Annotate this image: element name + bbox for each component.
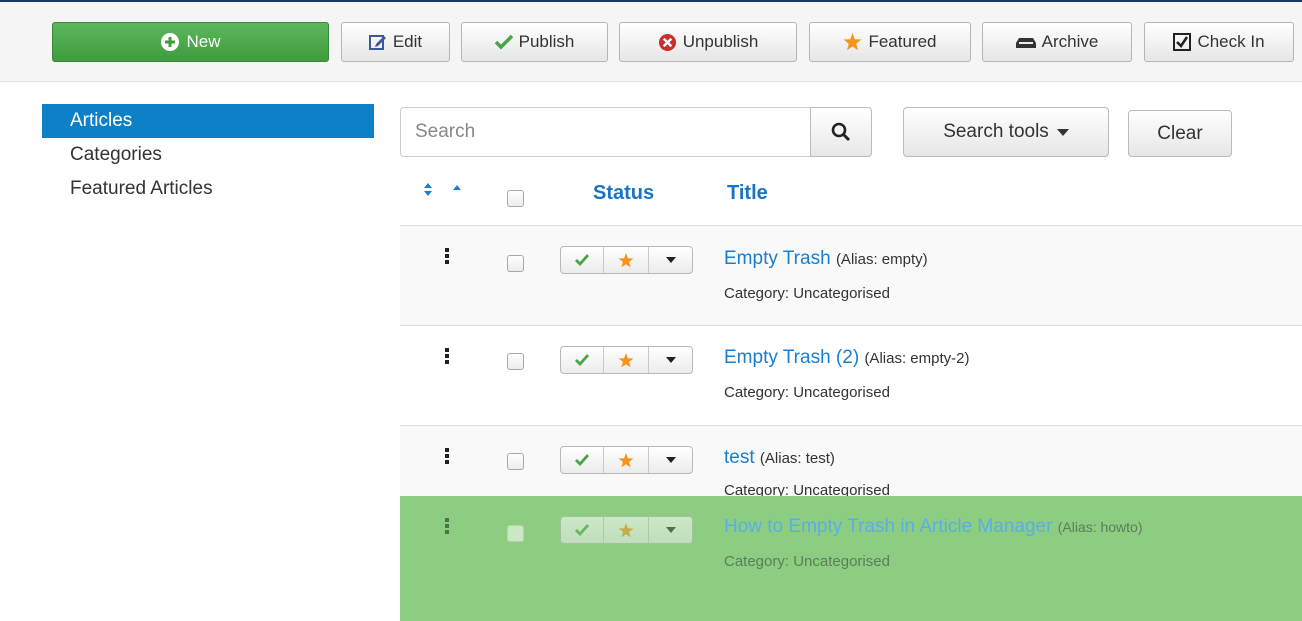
article-title-link[interactable]: Empty Trash (2) — [724, 347, 859, 368]
table-row: Empty Trash (Alias: empty) Category: Unc… — [400, 226, 1302, 326]
row-checkbox[interactable] — [507, 255, 524, 272]
status-dropdown[interactable] — [649, 347, 692, 373]
search-tools-label: Search tools — [943, 121, 1049, 142]
sidebar-item-featured-articles[interactable]: Featured Articles — [42, 172, 374, 206]
status-button-group — [560, 346, 693, 374]
checkbox-icon — [1173, 33, 1192, 51]
table-header: Status Title — [400, 168, 1302, 226]
caret-down-icon — [1056, 128, 1069, 136]
drag-handle-icon[interactable] — [445, 518, 449, 536]
drag-handle-icon[interactable] — [445, 348, 449, 366]
edit-button[interactable]: Edit — [341, 22, 450, 62]
check-in-button[interactable]: Check In — [1144, 22, 1294, 62]
featured-toggle[interactable] — [604, 447, 649, 473]
status-dropdown[interactable] — [649, 247, 692, 273]
featured-toggle[interactable] — [604, 347, 649, 373]
plus-circle-icon — [160, 32, 180, 52]
featured-toggle[interactable] — [604, 517, 649, 543]
article-title-line: Empty Trash (2) (Alias: empty-2) — [724, 347, 969, 369]
article-title-line: test (Alias: test) — [724, 447, 835, 469]
sidebar: Articles Categories Featured Articles — [42, 104, 374, 206]
dragging-table-row[interactable]: How to Empty Trash in Article Manager (A… — [400, 496, 1302, 621]
drag-handle-icon[interactable] — [445, 448, 449, 466]
select-all-checkbox[interactable] — [507, 190, 524, 207]
drag-handle-icon[interactable] — [445, 248, 449, 266]
unpublish-label: Unpublish — [682, 32, 759, 51]
new-label: New — [186, 32, 221, 51]
publish-label: Publish — [518, 32, 575, 51]
article-alias: (Alias: test) — [759, 450, 835, 467]
article-category: Category: Uncategorised — [724, 384, 890, 401]
status-button-group — [560, 246, 693, 274]
archive-icon — [1015, 35, 1036, 49]
search-button[interactable] — [810, 107, 872, 157]
article-category: Category: Uncategorised — [724, 553, 890, 570]
article-title-link[interactable]: test — [724, 447, 755, 468]
edit-label: Edit — [392, 32, 423, 51]
published-toggle[interactable] — [561, 517, 604, 543]
star-icon — [843, 33, 862, 51]
archive-button[interactable]: Archive — [982, 22, 1132, 62]
status-button-group — [560, 446, 693, 474]
unpublish-button[interactable]: Unpublish — [619, 22, 797, 62]
clear-button[interactable]: Clear — [1128, 110, 1232, 157]
publish-button[interactable]: Publish — [461, 22, 608, 62]
table-row: Empty Trash (2) (Alias: empty-2) Categor… — [400, 326, 1302, 426]
search-input[interactable]: Search — [400, 107, 810, 157]
article-title-link[interactable]: How to Empty Trash in Article Manager — [724, 516, 1052, 537]
published-toggle[interactable] — [561, 247, 604, 273]
status-header[interactable]: Status — [593, 182, 654, 205]
sidebar-item-categories[interactable]: Categories — [42, 138, 374, 172]
sort-icon[interactable] — [420, 182, 468, 203]
new-button[interactable]: New — [52, 22, 329, 62]
row-checkbox[interactable] — [507, 353, 524, 370]
toolbar: New Edit Publish Unpublish Featured Arch… — [0, 2, 1302, 82]
article-alias: (Alias: empty-2) — [864, 350, 970, 367]
sidebar-item-articles[interactable]: Articles — [42, 104, 374, 138]
row-checkbox[interactable] — [507, 453, 524, 470]
times-circle-icon — [658, 33, 677, 52]
search-tools-button[interactable]: Search tools — [903, 107, 1109, 157]
status-button-group — [560, 516, 693, 544]
featured-toggle[interactable] — [604, 247, 649, 273]
article-alias: (Alias: empty) — [835, 251, 928, 268]
edit-icon — [368, 33, 387, 51]
article-category: Category: Uncategorised — [724, 285, 890, 302]
title-header[interactable]: Title — [727, 182, 768, 205]
status-dropdown[interactable] — [649, 517, 692, 543]
check-icon — [494, 34, 513, 50]
status-dropdown[interactable] — [649, 447, 692, 473]
archive-label: Archive — [1041, 32, 1099, 51]
search-icon — [831, 122, 851, 142]
published-toggle[interactable] — [561, 347, 604, 373]
article-title-line: How to Empty Trash in Article Manager (A… — [724, 516, 1143, 538]
article-alias: (Alias: howto) — [1057, 519, 1143, 535]
featured-label: Featured — [868, 32, 937, 51]
article-title-line: Empty Trash (Alias: empty) — [724, 248, 928, 270]
check-in-label: Check In — [1197, 32, 1265, 51]
published-toggle[interactable] — [561, 447, 604, 473]
featured-button[interactable]: Featured — [809, 22, 971, 62]
article-title-link[interactable]: Empty Trash — [724, 248, 831, 269]
row-checkbox[interactable] — [507, 525, 524, 542]
